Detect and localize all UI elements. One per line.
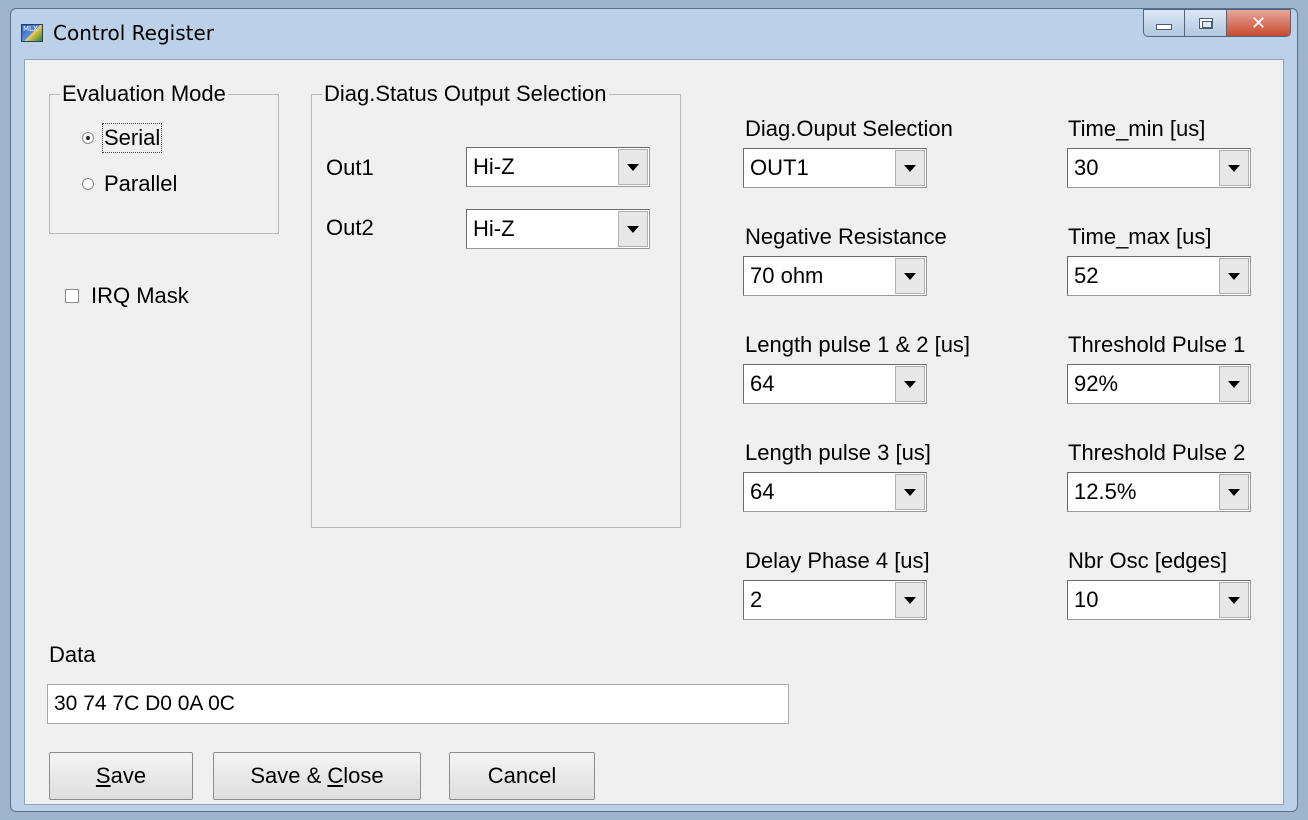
irq-mask-checkbox[interactable]: IRQ Mask <box>65 283 189 309</box>
window-title: Control Register <box>53 21 214 45</box>
irq-mask-label: IRQ Mask <box>91 283 189 308</box>
threshold-pulse-2-select[interactable]: 12.5% <box>1067 472 1251 512</box>
time-min-dropdown-button[interactable] <box>1219 150 1249 186</box>
app-icon[interactable]: MLX <box>21 24 43 42</box>
time-max-value: 52 <box>1074 263 1099 288</box>
out1-label: Out1 <box>326 155 374 180</box>
caption-buttons: ✕ <box>1143 9 1291 39</box>
out1-dropdown-button[interactable] <box>618 149 648 185</box>
save-close-suffix: lose <box>343 763 384 788</box>
nbr-osc-select[interactable]: 10 <box>1067 580 1251 620</box>
chevron-down-icon <box>904 164 916 172</box>
control-register-window: MLX Control Register ✕ Evaluation Mode S… <box>10 8 1298 812</box>
time-min-select[interactable]: 30 <box>1067 148 1251 188</box>
cancel-label: Cancel <box>487 763 557 788</box>
chevron-down-icon <box>904 380 916 388</box>
delay-phase-4-dropdown-button[interactable] <box>895 582 925 618</box>
data-input[interactable]: 30 74 7C D0 0A 0C <box>47 684 789 724</box>
threshold-pulse-2-value: 12.5% <box>1074 479 1137 504</box>
out1-value: Hi-Z <box>473 154 515 179</box>
length-pulse-1-2-select[interactable]: 64 <box>743 364 927 404</box>
negative-resistance-value: 70 ohm <box>750 263 824 288</box>
chevron-down-icon <box>904 488 916 496</box>
out2-value: Hi-Z <box>473 216 515 241</box>
chevron-down-icon <box>904 272 916 280</box>
radio-serial-label: Serial <box>101 123 163 153</box>
save-label-rest: ave <box>110 763 147 788</box>
diag-output-selection-value: OUT1 <box>750 155 809 180</box>
diag-output-dropdown-button[interactable] <box>895 150 925 186</box>
radio-parallel-label: Parallel <box>104 171 178 196</box>
threshold-pulse-1-label: Threshold Pulse 1 <box>1068 332 1246 357</box>
delay-phase-4-select[interactable]: 2 <box>743 580 927 620</box>
maximize-icon <box>1198 17 1213 29</box>
save-button[interactable]: Save <box>49 752 193 800</box>
chevron-down-icon <box>627 163 639 171</box>
save-button-label: Save <box>96 763 146 789</box>
diag-output-selection-select[interactable]: OUT1 <box>743 148 927 188</box>
nbr-osc-label: Nbr Osc [edges] <box>1068 548 1227 573</box>
threshold-pulse-1-value: 92% <box>1074 371 1119 396</box>
length-pulse-3-value: 64 <box>750 479 775 504</box>
nbr-osc-dropdown-button[interactable] <box>1219 582 1249 618</box>
radio-serial-indicator[interactable] <box>82 132 94 144</box>
diag-status-label: Diag.Status Output Selection <box>322 81 609 107</box>
length-pulse-3-label: Length pulse 3 [us] <box>745 440 931 465</box>
data-value: 30 74 7C D0 0A 0C <box>54 692 235 715</box>
time-min-value: 30 <box>1074 155 1099 180</box>
close-icon: ✕ <box>1250 12 1267 34</box>
time-max-select[interactable]: 52 <box>1067 256 1251 296</box>
save-close-prefix: Save & <box>250 763 328 788</box>
save-mnemonic: S <box>95 763 111 788</box>
time-max-dropdown-button[interactable] <box>1219 258 1249 294</box>
delay-phase-4-value: 2 <box>750 587 763 612</box>
out1-select[interactable]: Hi-Z <box>466 147 650 187</box>
out2-dropdown-button[interactable] <box>618 211 648 247</box>
radio-parallel-indicator[interactable] <box>82 178 94 190</box>
threshold-pulse-1-dropdown-button[interactable] <box>1219 366 1249 402</box>
radio-parallel[interactable]: Parallel <box>82 171 177 197</box>
nbr-osc-value: 10 <box>1074 587 1099 612</box>
time-min-label: Time_min [us] <box>1068 116 1206 141</box>
length-pulse-1-2-value: 64 <box>750 371 775 396</box>
minimize-button[interactable] <box>1143 9 1185 37</box>
chevron-down-icon <box>1228 488 1240 496</box>
evaluation-mode-group: Evaluation Mode Serial Parallel <box>49 81 279 234</box>
out2-select[interactable]: Hi-Z <box>466 209 650 249</box>
minimize-icon <box>1156 24 1172 30</box>
close-button[interactable]: ✕ <box>1227 9 1291 37</box>
chevron-down-icon <box>904 596 916 604</box>
dialog-client-area: Evaluation Mode Serial Parallel IRQ Mask… <box>24 59 1284 805</box>
evaluation-mode-label: Evaluation Mode <box>60 81 228 107</box>
radio-serial[interactable]: Serial <box>82 123 163 153</box>
threshold-pulse-2-label: Threshold Pulse 2 <box>1068 440 1246 465</box>
irq-mask-checkbox-box[interactable] <box>65 289 79 303</box>
chevron-down-icon <box>1228 596 1240 604</box>
out2-label: Out2 <box>326 215 374 240</box>
length-pulse-1-2-dropdown-button[interactable] <box>895 366 925 402</box>
diag-status-group: Diag.Status Output Selection Out1 Hi-Z O… <box>311 81 681 528</box>
negative-resistance-dropdown-button[interactable] <box>895 258 925 294</box>
diag-output-selection-label: Diag.Ouput Selection <box>745 116 953 141</box>
threshold-pulse-2-dropdown-button[interactable] <box>1219 474 1249 510</box>
negative-resistance-select[interactable]: 70 ohm <box>743 256 927 296</box>
cancel-button[interactable]: Cancel <box>449 752 595 800</box>
chevron-down-icon <box>627 225 639 233</box>
length-pulse-1-2-label: Length pulse 1 & 2 [us] <box>745 332 971 357</box>
chevron-down-icon <box>1228 272 1240 280</box>
negative-resistance-label: Negative Resistance <box>745 224 947 249</box>
data-label: Data <box>49 642 96 667</box>
save-and-close-button[interactable]: Save & Close <box>213 752 421 800</box>
length-pulse-3-select[interactable]: 64 <box>743 472 927 512</box>
title-bar[interactable]: MLX Control Register ✕ <box>11 9 1297 59</box>
delay-phase-4-label: Delay Phase 4 [us] <box>745 548 930 573</box>
time-max-label: Time_max [us] <box>1068 224 1212 249</box>
chevron-down-icon <box>1228 380 1240 388</box>
threshold-pulse-1-select[interactable]: 92% <box>1067 364 1251 404</box>
length-pulse-3-dropdown-button[interactable] <box>895 474 925 510</box>
save-and-close-label: Save & Close <box>250 763 383 789</box>
save-close-mnemonic: C <box>327 763 344 788</box>
maximize-button[interactable] <box>1185 9 1227 37</box>
chevron-down-icon <box>1228 164 1240 172</box>
